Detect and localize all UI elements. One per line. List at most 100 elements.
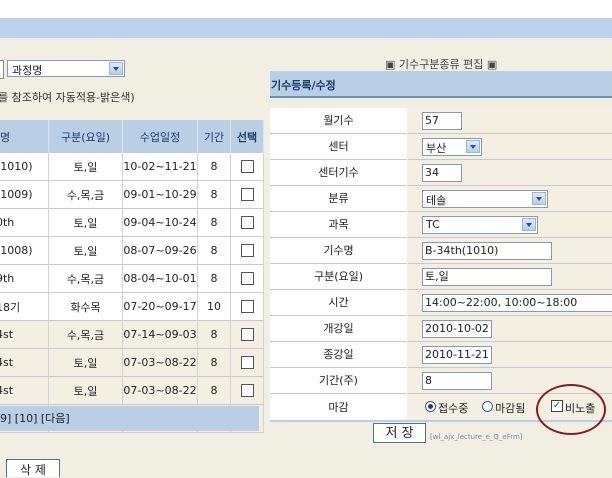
label-time: 시간 — [270, 290, 407, 316]
cell-schedule: 09-04~10-24 — [122, 208, 198, 237]
chevron-down-icon[interactable] — [466, 140, 480, 153]
cell-days: 토,일 — [48, 376, 123, 405]
col-period: 기간 — [197, 120, 231, 153]
row-category: 분류 테솔 — [270, 186, 612, 212]
category-select[interactable]: 테솔 — [422, 190, 548, 208]
cell-name: 0th — [0, 208, 49, 237]
pagination[interactable]: 9] [10] [다음] — [0, 406, 259, 431]
cell-select — [230, 236, 264, 265]
label-center-term: 센터기수 — [270, 160, 407, 186]
row-checkbox[interactable] — [240, 216, 254, 230]
row-checkbox[interactable] — [240, 384, 254, 398]
row-center: 센터 부산 — [270, 134, 612, 160]
time-input[interactable]: 14:00~22:00, 10:00~18:00 — [422, 294, 612, 312]
row-checkbox[interactable] — [240, 160, 254, 174]
highlight-circle — [536, 384, 606, 435]
label-closing: 마감 — [270, 394, 407, 422]
col-name: 명 — [0, 120, 49, 153]
cell-days: 토,일 — [48, 208, 123, 237]
cell-period: 8 — [197, 320, 231, 349]
table-row[interactable]: (1009)수,목,금09-01~10-298 — [0, 180, 264, 209]
table-row[interactable]: 4st수,목,금07-14~09-038 — [0, 320, 264, 349]
month-term-input[interactable]: 57 — [422, 112, 462, 130]
row-checkbox[interactable] — [240, 356, 254, 370]
cell-schedule: 08-07~09-26 — [122, 236, 198, 265]
row-checkbox[interactable] — [240, 188, 254, 202]
row-term-name: 기수명 B-34th(1010) — [270, 238, 612, 264]
delete-button[interactable]: 삭 제 — [6, 459, 60, 477]
col-select: 선택 — [230, 120, 264, 153]
course-select[interactable]: 과정명 — [7, 60, 125, 77]
table-row[interactable]: 9th수,목,금08-04~10-018 — [0, 264, 264, 293]
cell-schedule: 07-03~08-22 — [122, 348, 198, 377]
open-radio[interactable] — [425, 401, 436, 412]
chevron-down-icon[interactable] — [522, 218, 536, 231]
label-term-name: 기수명 — [270, 238, 407, 264]
cell-days: 토,일 — [48, 236, 123, 265]
cell-schedule: 09-01~10-29 — [122, 180, 198, 209]
cell-period: 8 — [197, 376, 231, 405]
row-checkbox[interactable] — [240, 272, 254, 286]
label-duration: 기간(주) — [270, 368, 407, 394]
save-button[interactable]: 저 장 — [373, 423, 426, 443]
closed-radio-label: 마감됨 — [495, 402, 526, 415]
label-month-term: 월기수 — [270, 108, 407, 134]
term-form: 월기수 57 센터 부산 센터기수 34 분류 테솔 과목 TC 기수명 B-3… — [270, 108, 612, 422]
cell-name: 18기 — [0, 292, 49, 321]
cell-days: 수,목,금 — [48, 320, 123, 349]
cell-select — [230, 180, 264, 209]
table-row[interactable]: 18기화수목07-20~09-1710 — [0, 292, 264, 321]
left-select-edge[interactable] — [0, 60, 4, 79]
cell-days: 토,일 — [48, 348, 123, 377]
label-category: 분류 — [270, 186, 407, 212]
edit-term-types-link[interactable]: ▣ 기수구분종류 편집 ▣ — [385, 56, 497, 72]
row-checkbox[interactable] — [240, 328, 254, 342]
cell-days: 수,목,금 — [48, 180, 123, 209]
table-row[interactable]: (1010)토,일10-02~11-218 — [0, 153, 264, 181]
label-center: 센터 — [270, 134, 407, 160]
cell-period: 10 — [197, 292, 231, 321]
closed-radio[interactable] — [482, 401, 493, 412]
cell-schedule: 08-04~10-01 — [122, 264, 198, 293]
table-row[interactable]: 4st토,일07-03~08-228 — [0, 348, 264, 377]
row-subject: 과목 TC — [270, 212, 612, 238]
chevron-down-icon[interactable] — [532, 192, 546, 205]
header-bar — [0, 18, 612, 38]
open-radio-label: 접수중 — [438, 402, 469, 415]
cell-period: 8 — [197, 236, 231, 265]
cell-schedule: 07-20~09-17 — [122, 292, 198, 321]
cell-period: 8 — [197, 348, 231, 377]
cell-name: 4st — [0, 320, 49, 349]
cell-select — [230, 320, 264, 349]
cell-days: 토,일 — [48, 153, 123, 181]
cell-days: 화수목 — [48, 292, 123, 321]
subject-value: TC — [426, 218, 440, 231]
end-date-input[interactable]: 2010-11-21 — [422, 346, 492, 364]
table-row[interactable]: 4st토,일07-03~08-228 — [0, 376, 264, 405]
pagination-links[interactable]: 9] [10] [다음] — [0, 410, 70, 426]
row-checkbox[interactable] — [240, 244, 254, 258]
term-list-table: 명 구분(요일) 수업일정 기간 선택 (1010)토,일10-02~11-21… — [0, 120, 264, 433]
cell-name: (1009) — [0, 180, 49, 209]
subject-select[interactable]: TC — [422, 216, 538, 234]
row-start-date: 개강일 2010-10-02 — [270, 316, 612, 342]
center-term-input[interactable]: 34 — [422, 164, 462, 182]
cell-schedule: 07-03~08-22 — [122, 376, 198, 405]
row-weekday: 구분(요일) 토,일 — [270, 264, 612, 290]
cell-name: 4st — [0, 376, 49, 405]
row-checkbox[interactable] — [240, 300, 254, 314]
row-month-term: 월기수 57 — [270, 108, 612, 134]
category-value: 테솔 — [426, 194, 447, 207]
table-row[interactable]: (1008)토,일08-07~09-268 — [0, 236, 264, 265]
row-center-term: 센터기수 34 — [270, 160, 612, 186]
duration-input[interactable]: 8 — [422, 372, 492, 390]
chevron-down-icon[interactable] — [109, 62, 123, 75]
cell-name: (1010) — [0, 153, 49, 181]
label-subject: 과목 — [270, 212, 407, 238]
center-select[interactable]: 부산 — [422, 138, 482, 156]
start-date-input[interactable]: 2010-10-02 — [422, 320, 492, 338]
table-row[interactable]: 0th토,일09-04~10-248 — [0, 208, 264, 237]
term-name-input[interactable]: B-34th(1010) — [422, 242, 552, 260]
weekday-input[interactable]: 토,일 — [422, 268, 552, 286]
cell-select — [230, 292, 264, 321]
